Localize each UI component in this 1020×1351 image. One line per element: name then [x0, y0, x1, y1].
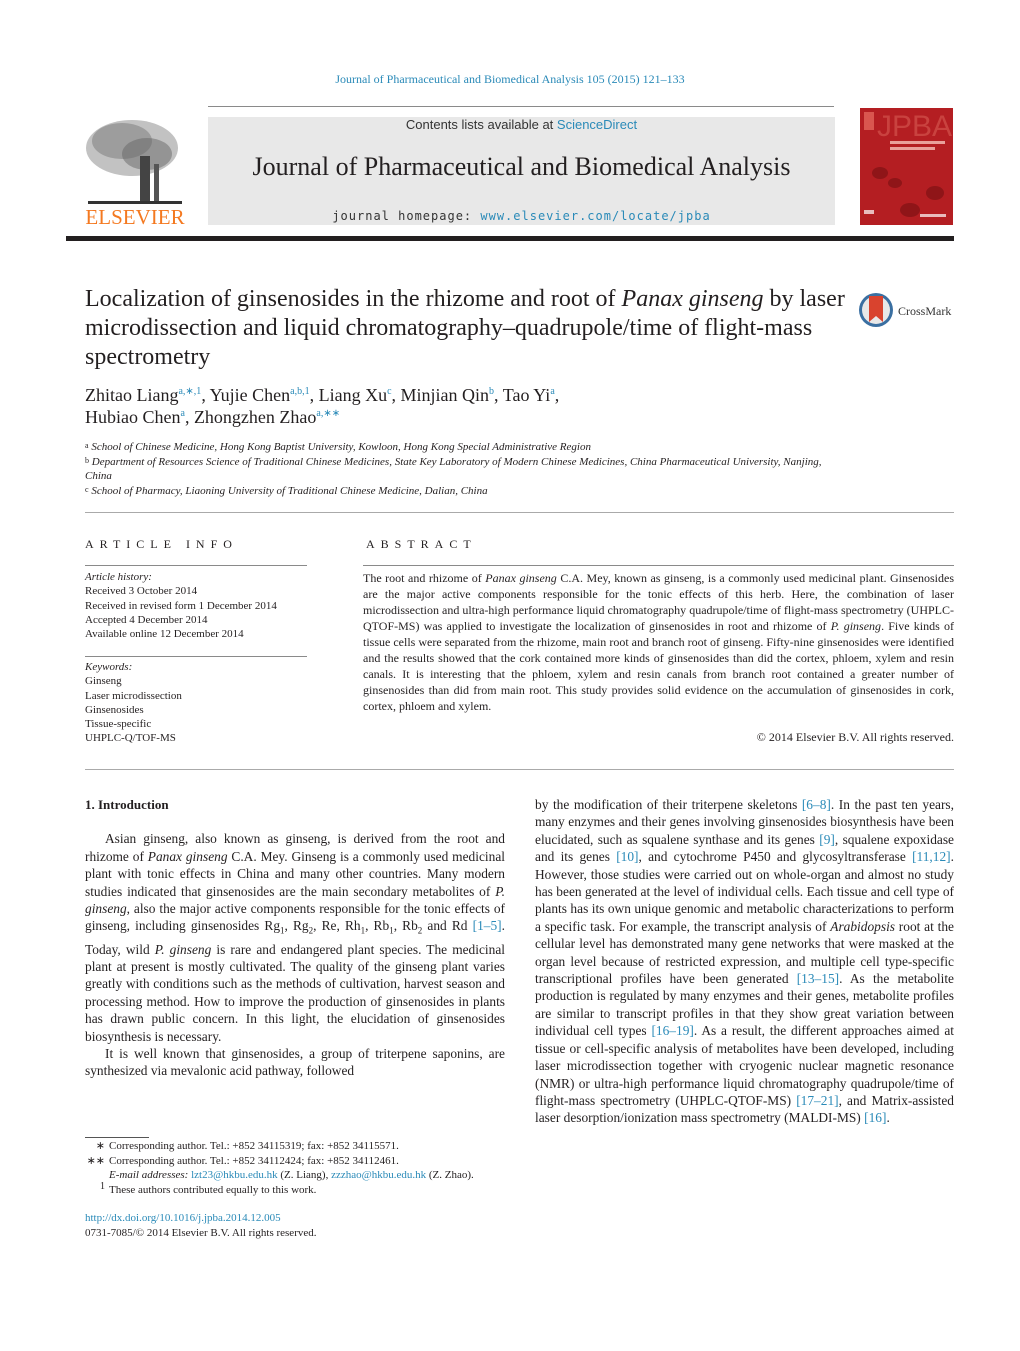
keyword-item: Tissue-specific — [85, 718, 152, 731]
keywords-label: Keywords: — [85, 661, 133, 673]
abstract-copyright: © 2014 Elsevier B.V. All rights reserved… — [756, 730, 954, 744]
footnote-item: 1 These authors contributed equally to th… — [100, 1180, 317, 1196]
divider — [85, 565, 307, 566]
doi-link[interactable]: http://dx.doi.org/10.1016/j.jpba.2014.12… — [85, 1212, 281, 1224]
paragraph: Asian ginseng, also known as ginseng, is… — [85, 831, 505, 1044]
header-thick-rule — [66, 236, 954, 241]
article-title: Localization of ginsenosides in the rhiz… — [85, 285, 845, 372]
homepage-link[interactable]: www.elsevier.com/locate/jpba — [480, 209, 710, 223]
citation-link[interactable]: [9] — [819, 832, 835, 847]
divider — [85, 656, 307, 657]
keyword-item: Laser microdissection — [85, 689, 182, 702]
article-history: Article history: Received 3 October 2014… — [85, 570, 310, 641]
citation-link[interactable]: [10] — [616, 849, 638, 864]
footnote-item: ∗∗ Corresponding author. Tel.: +852 34112… — [86, 1154, 399, 1167]
crossmark-label: CrossMark — [898, 304, 951, 318]
affiliation-item: a School of Chinese Medicine, Hong Kong … — [85, 441, 591, 453]
doi-block: http://dx.doi.org/10.1016/j.jpba.2014.12… — [85, 1211, 515, 1241]
journal-cover-image[interactable]: JPBA — [860, 108, 953, 225]
journal-title: Journal of Pharmaceutical and Biomedical… — [252, 152, 791, 181]
history-item: Received in revised form 1 December 2014 — [85, 599, 277, 612]
divider — [85, 512, 954, 513]
title-italic: Panax ginseng — [621, 286, 764, 312]
paragraph: It is well known that ginsenosides, a gr… — [85, 1045, 505, 1079]
author-item[interactable]: Hubiao Chena — [85, 407, 185, 427]
contents-prefix: Contents lists available at — [405, 117, 557, 132]
homepage-prefix: journal homepage: — [332, 209, 481, 223]
author-item[interactable]: Zhongzhen Zhaoa,∗∗ — [194, 407, 340, 427]
sciencedirect-link[interactable]: ScienceDirect — [557, 117, 637, 132]
citation-link[interactable]: [6–8] — [802, 797, 831, 812]
email-link[interactable]: zzzhao@hkbu.edu.hk — [331, 1169, 426, 1181]
elsevier-wordmark: ELSEVIER — [85, 205, 184, 228]
abstract-heading: ABSTRACT — [366, 537, 477, 551]
divider — [363, 565, 954, 566]
citation-link[interactable]: [16–19] — [651, 1023, 693, 1038]
keyword-item: UHPLC-Q/TOF-MS — [85, 732, 176, 745]
citation-link[interactable]: [13–15] — [797, 971, 839, 986]
footnote-item: ∗ Corresponding author. Tel.: +852 341153… — [95, 1140, 399, 1152]
homepage-line: journal homepage: www.elsevier.com/locat… — [208, 209, 835, 223]
citation-link[interactable]: [1–5] — [473, 918, 502, 933]
keyword-item: Ginseng — [85, 675, 122, 688]
elsevier-logo[interactable]: ELSEVIER — [82, 116, 188, 229]
affiliation-item: c School of Pharmacy, Liaoning Universit… — [85, 484, 488, 497]
keywords: Keywords: Ginseng Laser microdissection … — [85, 660, 310, 746]
author-item[interactable]: Liang Xuc — [319, 385, 392, 405]
author-item[interactable]: Tao Yia — [503, 385, 555, 405]
affiliation-item: b Department of Resources Science of Tra… — [85, 455, 822, 483]
footnotes: ∗ Corresponding author. Tel.: +852 341153… — [85, 1139, 515, 1197]
title-text-1: Localization of ginsenosides in the rhiz… — [85, 286, 622, 312]
divider — [85, 769, 954, 770]
cover-title: JPBA — [877, 110, 952, 143]
footnote-emails: E-mail addresses: lzt23@hkbu.edu.hk (Z. … — [109, 1169, 474, 1181]
body-left-column: 1. Introduction Asian ginseng, also know… — [85, 796, 505, 1080]
history-item: Accepted 4 December 2014 — [85, 613, 208, 626]
affiliations: a School of Chinese Medicine, Hong Kong … — [85, 440, 845, 498]
author-item[interactable]: Yujie Chena,b,1 — [210, 385, 310, 405]
elsevier-tree-icon: ELSEVIER — [85, 120, 185, 229]
contents-line: Contents lists available at ScienceDirec… — [208, 117, 835, 132]
keyword-item: Ginsenosides — [85, 703, 144, 716]
citation-link[interactable]: [11,12] — [912, 849, 951, 864]
issn-line: 0731-7085/© 2014 Elsevier B.V. All right… — [85, 1227, 317, 1239]
paragraph: by the modification of their triterpene … — [535, 797, 955, 1126]
history-label: Article history: — [85, 571, 152, 583]
crossmark-icon: CrossMark — [859, 293, 951, 327]
article-info-heading: ARTICLE INFO — [85, 537, 238, 551]
header-rule — [208, 106, 834, 107]
author-item[interactable]: Minjian Qinb — [401, 385, 495, 405]
cover-art-icon: JPBA — [864, 110, 952, 217]
crossmark-button[interactable]: CrossMark — [858, 290, 958, 330]
citation-link[interactable]: [16] — [864, 1110, 886, 1125]
journal-reference-link[interactable]: Journal of Pharmaceutical and Biomedical… — [0, 72, 1020, 87]
history-item: Available online 12 December 2014 — [85, 628, 244, 641]
footnote-rule — [85, 1137, 149, 1138]
author-list: Zhitao Lianga,∗,1, Yujie Chena,b,1, Lian… — [85, 385, 560, 427]
citation-link[interactable]: [17–21] — [796, 1093, 838, 1108]
author-item[interactable]: Zhitao Lianga,∗,1 — [85, 385, 201, 405]
email-link[interactable]: lzt23@hkbu.edu.hk — [191, 1169, 278, 1181]
section-heading: 1. Introduction — [85, 797, 169, 812]
history-item: Received 3 October 2014 — [85, 585, 198, 598]
body-right-column: by the modification of their triterpene … — [535, 796, 954, 1127]
abstract-text: The root and rhizome of Panax ginseng C.… — [363, 571, 955, 713]
